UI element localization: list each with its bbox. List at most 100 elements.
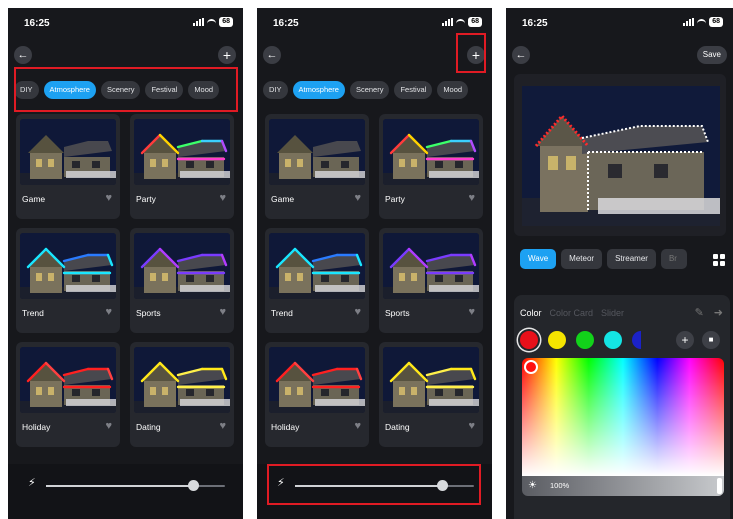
scene-thumbnail xyxy=(269,347,365,413)
grid-menu-icon[interactable] xyxy=(713,254,725,266)
scene-thumbnail xyxy=(20,347,116,413)
effect-streamer[interactable]: Streamer xyxy=(607,249,656,269)
back-button[interactable]: ← xyxy=(14,46,32,64)
scene-thumbnail xyxy=(383,347,479,413)
color-swatch[interactable] xyxy=(604,331,622,349)
heart-icon[interactable]: ♥ xyxy=(219,306,226,318)
wifi-icon xyxy=(207,18,217,26)
scene-card-game[interactable]: Game ♥ xyxy=(265,114,369,219)
signal-icon xyxy=(442,18,454,26)
color-swatch[interactable] xyxy=(548,331,566,349)
heart-icon[interactable]: ♥ xyxy=(468,306,475,318)
tab-mood[interactable]: Mood xyxy=(437,81,469,99)
scene-card-dating[interactable]: Dating ♥ xyxy=(130,342,234,447)
highlight-slider-box xyxy=(267,464,481,505)
scene-thumbnail xyxy=(134,233,230,299)
scene-label: Sports xyxy=(385,308,410,318)
color-swatch[interactable] xyxy=(576,331,594,349)
scene-thumbnail xyxy=(134,119,230,185)
scene-label: Holiday xyxy=(271,422,300,432)
category-tabs: DIY Atmosphere Scenery Festival Mood xyxy=(263,81,469,99)
scene-label: Dating xyxy=(136,422,161,432)
battery-icon: 68 xyxy=(219,17,233,27)
scene-label: Party xyxy=(136,194,156,204)
tab-festival[interactable]: Festival xyxy=(394,81,433,99)
eyedropper-icon[interactable]: ✎ xyxy=(695,306,704,319)
scene-card-party[interactable]: Party ♥ xyxy=(130,114,234,219)
add-color-button[interactable]: + xyxy=(676,331,694,349)
scene-card-trend[interactable]: Trend ♥ xyxy=(16,228,120,333)
plus-icon: + xyxy=(222,47,232,63)
scene-card-party[interactable]: Party ♥ xyxy=(379,114,483,219)
panel-tab-color-card[interactable]: Color Card xyxy=(550,308,594,318)
scene-thumbnail xyxy=(20,119,116,185)
highlight-add-button-box xyxy=(456,33,486,73)
back-button[interactable]: ← xyxy=(512,46,530,64)
scene-thumbnail xyxy=(383,233,479,299)
editor-brightness-slider[interactable]: ☀ 100% xyxy=(522,476,724,496)
delete-color-button[interactable]: ■ xyxy=(702,331,720,349)
scene-card-holiday[interactable]: Holiday ♥ xyxy=(265,342,369,447)
scene-label: Holiday xyxy=(22,422,51,432)
effect-br[interactable]: Br xyxy=(660,249,687,269)
status-time: 16:25 xyxy=(24,18,50,29)
save-button[interactable]: Save xyxy=(696,46,727,64)
color-mode-tabs: Color Color Card Slider xyxy=(520,308,624,318)
scene-thumbnail xyxy=(134,347,230,413)
brightness-handle[interactable] xyxy=(717,478,722,494)
heart-icon[interactable]: ♥ xyxy=(354,192,361,204)
heart-icon[interactable]: ♥ xyxy=(354,420,361,432)
plus-icon: + xyxy=(681,333,689,347)
tab-atmosphere[interactable]: Atmosphere xyxy=(292,81,345,99)
color-spectrum[interactable] xyxy=(522,358,724,476)
heart-icon[interactable]: ♥ xyxy=(354,306,361,318)
tab-diy[interactable]: DIY xyxy=(263,81,288,99)
scene-card-game[interactable]: Game ♥ xyxy=(16,114,120,219)
scene-card-sports[interactable]: Sports ♥ xyxy=(379,228,483,333)
add-scene-button[interactable]: + xyxy=(218,46,236,64)
tab-scenery[interactable]: Scenery xyxy=(349,81,390,99)
scene-card-holiday[interactable]: Holiday ♥ xyxy=(16,342,120,447)
scene-thumbnail xyxy=(383,119,479,185)
status-time: 16:25 xyxy=(522,18,548,29)
house-illustration xyxy=(522,86,720,226)
signal-icon xyxy=(683,18,695,26)
arrow-right-icon[interactable]: ➜ xyxy=(714,306,723,319)
trash-icon: ■ xyxy=(708,335,714,344)
color-swatch-partial[interactable] xyxy=(632,331,641,349)
scene-label: Dating xyxy=(385,422,410,432)
heart-icon[interactable]: ♥ xyxy=(468,192,475,204)
slider-knob[interactable] xyxy=(187,480,199,491)
panel-tab-color[interactable]: Color xyxy=(520,308,542,318)
house-preview-image xyxy=(522,86,720,226)
lightning-icon: ⚡︎ xyxy=(28,477,36,489)
scene-card-dating[interactable]: Dating ♥ xyxy=(379,342,483,447)
color-swatch[interactable] xyxy=(520,331,538,349)
house-preview xyxy=(514,74,726,236)
effect-tabs: Wave Meteor Streamer Br xyxy=(520,249,687,269)
heart-icon[interactable]: ♥ xyxy=(105,192,112,204)
back-button[interactable]: ← xyxy=(263,46,281,64)
scene-card-sports[interactable]: Sports ♥ xyxy=(130,228,234,333)
sun-icon: ☀ xyxy=(528,480,537,491)
scene-card-trend[interactable]: Trend ♥ xyxy=(265,228,369,333)
heart-icon[interactable]: ♥ xyxy=(105,306,112,318)
scene-label: Sports xyxy=(136,308,161,318)
wifi-icon xyxy=(697,18,707,26)
heart-icon[interactable]: ♥ xyxy=(219,420,226,432)
screen-scene-list: 16:25 68 ← + DIY Atmosphere Scenery Festiva… xyxy=(257,8,492,519)
arrow-left-icon: ← xyxy=(266,49,278,61)
panel-tab-slider[interactable]: Slider xyxy=(601,308,624,318)
brightness-slider[interactable]: ⚡︎ xyxy=(26,474,233,498)
color-swatches xyxy=(520,331,641,349)
scene-label: Trend xyxy=(22,308,44,318)
spectrum-marker[interactable] xyxy=(524,360,538,374)
scene-label: Game xyxy=(22,194,46,204)
wifi-icon xyxy=(456,18,466,26)
effect-meteor[interactable]: Meteor xyxy=(561,249,603,269)
effect-wave[interactable]: Wave xyxy=(520,249,557,269)
brightness-value: 100% xyxy=(550,481,570,490)
heart-icon[interactable]: ♥ xyxy=(468,420,475,432)
heart-icon[interactable]: ♥ xyxy=(219,192,226,204)
heart-icon[interactable]: ♥ xyxy=(105,420,112,432)
